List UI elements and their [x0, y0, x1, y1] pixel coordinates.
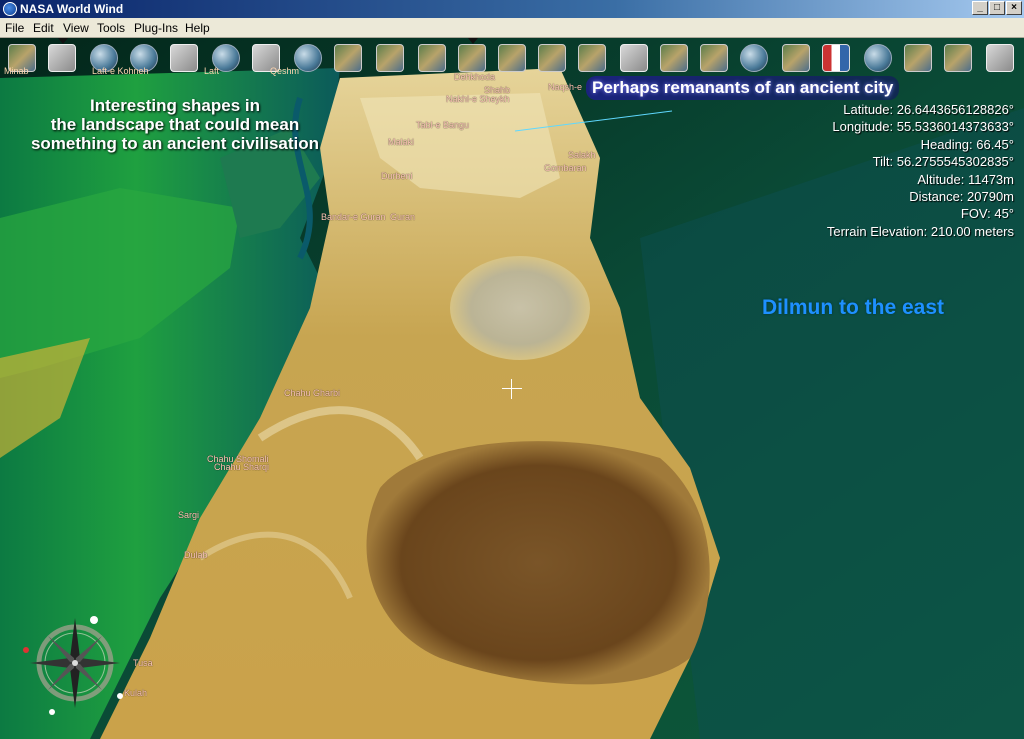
place-label: Sargi: [178, 510, 200, 520]
annotation-shapes: Interesting shapes in the landscape that…: [10, 96, 340, 153]
chevron-down-icon: [468, 38, 478, 44]
place-label: Nakhl-e Sheykh: [446, 94, 510, 104]
place-label: Qeshm: [270, 66, 300, 76]
compass-rose-icon[interactable]: [20, 608, 130, 718]
place-label: Laft-e Kohneh: [92, 66, 149, 76]
altitude-readout: Altitude: 11473m: [917, 171, 1014, 187]
place-label: Tusa: [133, 658, 153, 668]
menu-plugins[interactable]: Plug-Ins: [134, 21, 178, 35]
longitude-readout: Longitude: 55.5336014373633°: [832, 119, 1014, 135]
menu-help[interactable]: Help: [185, 21, 210, 35]
topo-button[interactable]: [578, 44, 606, 72]
menu-bar: File Edit View Tools Plug-Ins Help: [0, 18, 1024, 38]
latitude-readout: Latitude: 26.6443656128826°: [843, 102, 1014, 117]
place-label: Naqsh-e: [548, 82, 583, 92]
position-readout: Latitude: 26.6443656128826° Longitude: 5…: [827, 101, 1014, 240]
layer-toolbar: Minab Laft-e Kohneh Laft Qeshm: [0, 38, 1024, 78]
menu-edit[interactable]: Edit: [33, 21, 54, 35]
menu-file[interactable]: File: [5, 21, 24, 35]
terrain-elevation-readout: Terrain Elevation: 210.00 meters: [826, 223, 1014, 239]
place-label: Laft: [204, 66, 220, 76]
fov-readout: FOV: 45°: [960, 206, 1014, 222]
blue-marble-button[interactable]: [740, 44, 768, 72]
place-label: Chahu Gharbi: [284, 388, 341, 398]
ortho-button[interactable]: [620, 44, 648, 72]
place-label: Guran: [390, 212, 416, 222]
landsat-button[interactable]: [334, 44, 362, 72]
menu-view[interactable]: View: [63, 21, 89, 35]
satellite-button[interactable]: [904, 44, 932, 72]
ngs-button[interactable]: [700, 44, 728, 72]
title-bar: NASA World Wind _ □ ×: [0, 0, 1024, 18]
place-label: Dehkhoda: [454, 72, 496, 82]
place-label: Minab: [4, 66, 29, 76]
crosshair-icon: [502, 388, 522, 389]
place-label: Chahu Sharqi: [214, 462, 270, 472]
globe-viewport[interactable]: Minab Laft-e Kohneh Laft Qeshm Dehkhoda …: [0, 38, 1024, 739]
urban-button[interactable]: [538, 44, 566, 72]
heading-readout: Heading: 66.45°: [920, 136, 1014, 152]
place-label: Tabl-e Bangu: [416, 120, 470, 130]
srtm-button[interactable]: [418, 44, 446, 72]
placenames-button[interactable]: [782, 44, 810, 72]
minimize-button[interactable]: _: [972, 1, 988, 15]
nasa-logo-icon: [3, 2, 17, 16]
chevron-down-icon: [58, 38, 68, 44]
tilt-readout: Tilt: 56.2755545302835°: [872, 154, 1014, 170]
wms-button[interactable]: [376, 44, 404, 72]
modis-button[interactable]: [458, 44, 486, 72]
grid-button[interactable]: [48, 44, 76, 72]
compass-button[interactable]: [170, 44, 198, 72]
place-label: Malaki: [388, 137, 415, 147]
annotation-dilmun: Dilmun to the east: [762, 296, 945, 319]
menu-tools[interactable]: Tools: [97, 21, 125, 35]
place-label: Salakh: [568, 150, 596, 160]
crosshair-icon: [511, 379, 512, 399]
landmarks-button[interactable]: [864, 44, 892, 72]
place-label: Gombaran: [544, 163, 587, 173]
distance-readout: Distance: 20790m: [909, 189, 1014, 205]
annotation-line: Interesting shapes in: [89, 96, 261, 115]
usa-map-button[interactable]: [944, 44, 972, 72]
annotation-line: the landscape that could mean: [50, 115, 300, 134]
close-button[interactable]: ×: [1006, 1, 1022, 15]
place-label: Dulab: [184, 550, 208, 560]
annotation-line: something to an ancient civilisation: [30, 134, 320, 153]
maximize-button[interactable]: □: [989, 1, 1005, 15]
settings-button[interactable]: [986, 44, 1014, 72]
flags-button[interactable]: [822, 44, 850, 72]
geocover-button[interactable]: [660, 44, 688, 72]
window-title: NASA World Wind: [20, 2, 124, 16]
annotation-city: Perhaps remanants of an ancient city: [586, 76, 900, 100]
place-label: Durbeni: [381, 171, 413, 181]
place-label: Bandar-e Guran: [321, 212, 386, 222]
usgs-button[interactable]: [498, 44, 526, 72]
